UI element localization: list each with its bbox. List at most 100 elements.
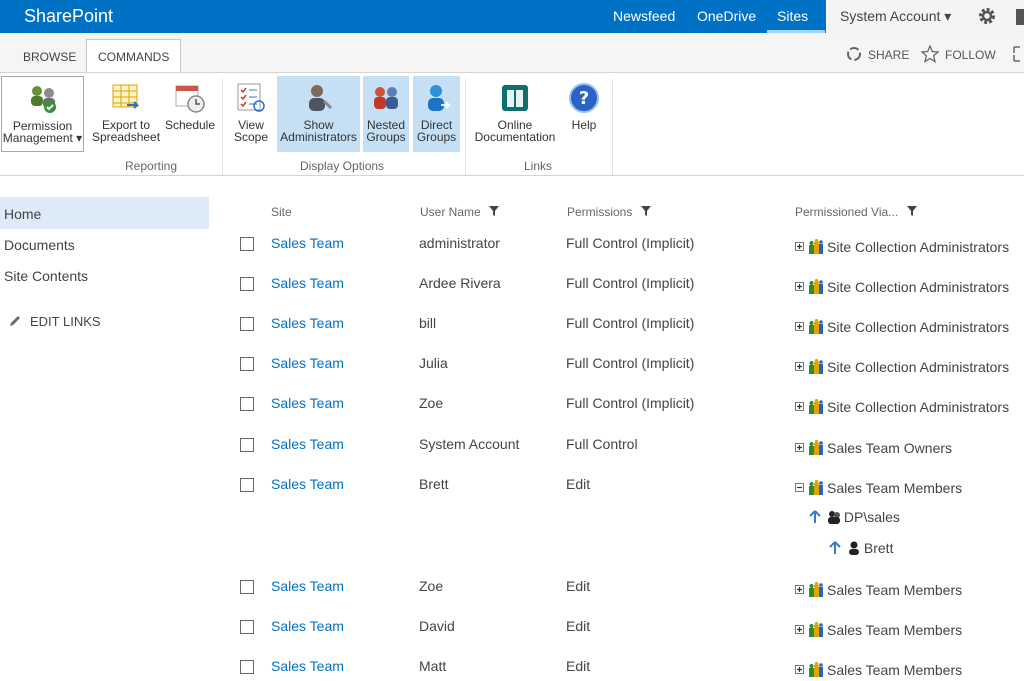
- permissioned-via-name[interactable]: Site Collection Administrators: [827, 239, 1009, 255]
- group-label-reporting: Reporting: [125, 159, 178, 173]
- expand-toggle-icon[interactable]: [795, 242, 804, 251]
- sharepoint-group-icon: [809, 359, 823, 374]
- ribbon: Permission Management ▾ Export to Spread…: [0, 72, 1024, 176]
- permissioned-via-name[interactable]: Sales Team Members: [827, 662, 962, 678]
- site-link[interactable]: Sales Team: [271, 436, 344, 452]
- table-row[interactable]: Sales Team Ardee Rivera Full Control (Impl…: [0, 273, 1024, 303]
- schedule-button[interactable]: Schedule: [162, 76, 218, 152]
- filter-icon[interactable]: [640, 205, 652, 217]
- export-to-spreadsheet-button[interactable]: Export to Spreadsheet: [92, 76, 160, 152]
- row-checkbox[interactable]: [240, 397, 254, 411]
- view-scope-button[interactable]: View Scope: [229, 76, 273, 152]
- table-row[interactable]: Sales Team Zoe Full Control (Implicit) Site…: [0, 393, 1024, 423]
- svg-text:?: ?: [579, 88, 589, 109]
- column-header-permissions[interactable]: Permissions: [567, 205, 652, 219]
- nav-sites[interactable]: Sites: [777, 8, 808, 24]
- expand-toggle-icon[interactable]: [795, 625, 804, 634]
- expand-toggle-icon[interactable]: [795, 282, 804, 291]
- column-header-site[interactable]: Site: [271, 205, 292, 219]
- site-link[interactable]: Sales Team: [271, 395, 344, 411]
- expand-toggle-icon[interactable]: [795, 665, 804, 674]
- permissioned-via-name[interactable]: Sales Team Owners: [827, 440, 952, 456]
- row-checkbox[interactable]: [240, 438, 254, 452]
- row-checkbox[interactable]: [240, 620, 254, 634]
- permissioned-via-name[interactable]: Site Collection Administrators: [827, 319, 1009, 335]
- permission-management-button[interactable]: Permission Management ▾: [1, 76, 84, 152]
- account-menu[interactable]: System Account ▾: [840, 8, 951, 25]
- permissioned-via-name[interactable]: Site Collection Administrators: [827, 399, 1009, 415]
- row-checkbox[interactable]: [240, 357, 254, 371]
- table-row[interactable]: Sales Team Brett Edit Sales Team Members: [0, 474, 1024, 504]
- expand-toggle-icon[interactable]: [795, 322, 804, 331]
- table-row[interactable]: Sales Team Zoe Edit Sales Team Members: [0, 576, 1024, 606]
- group-separator: [612, 79, 613, 175]
- site-link[interactable]: Sales Team: [271, 578, 344, 594]
- site-link[interactable]: Sales Team: [271, 476, 344, 492]
- table-row[interactable]: Sales Team System Account Full Control Sale…: [0, 434, 1024, 464]
- share-button[interactable]: SHARE: [868, 48, 909, 62]
- permissioned-via-name[interactable]: Sales Team Members: [827, 582, 962, 598]
- permission-level-cell: Edit: [566, 578, 591, 594]
- permissioned-via-name[interactable]: Site Collection Administrators: [827, 279, 1009, 295]
- settings-gear-icon[interactable]: [977, 6, 997, 26]
- table-row[interactable]: Sales Team Julia Full Control (Implicit) Si…: [0, 353, 1024, 383]
- row-checkbox[interactable]: [240, 580, 254, 594]
- focus-on-content-icon[interactable]: [1012, 45, 1024, 63]
- online-documentation-button[interactable]: Online Documentation: [471, 76, 559, 152]
- direct-groups-button[interactable]: Direct Groups: [413, 76, 460, 152]
- column-header-user-name[interactable]: User Name: [420, 205, 500, 219]
- permission-level-cell: Full Control: [566, 436, 638, 452]
- permissioned-via-name[interactable]: Site Collection Administrators: [827, 359, 1009, 375]
- expand-toggle-icon[interactable]: [795, 402, 804, 411]
- site-link[interactable]: Sales Team: [271, 355, 344, 371]
- nested-groups-button[interactable]: Nested Groups: [363, 76, 409, 152]
- permissioned-via-name[interactable]: Sales Team Members: [827, 480, 962, 496]
- user-name-cell: System Account: [419, 436, 520, 452]
- site-link[interactable]: Sales Team: [271, 235, 344, 251]
- help-question-icon[interactable]: [1012, 7, 1024, 27]
- permissioned-via-cell: Sales Team Members: [795, 480, 962, 496]
- direct-groups-label: Direct Groups: [416, 118, 457, 144]
- expand-toggle-icon[interactable]: [795, 362, 804, 371]
- collapse-toggle-icon[interactable]: [795, 483, 804, 492]
- site-link[interactable]: Sales Team: [271, 658, 344, 674]
- help-button[interactable]: ? Help: [563, 76, 605, 152]
- permission-level-cell: Full Control (Implicit): [566, 395, 695, 411]
- site-link[interactable]: Sales Team: [271, 275, 344, 291]
- tab-browse[interactable]: BROWSE: [23, 50, 76, 64]
- table-row[interactable]: Sales Team Matt Edit Sales Team Members: [0, 656, 1024, 681]
- nested-user-entry[interactable]: Brett: [828, 540, 893, 556]
- show-administrators-label: Show Administrators: [280, 118, 357, 144]
- filter-icon[interactable]: [488, 205, 500, 217]
- tab-commands[interactable]: COMMANDS: [86, 39, 181, 73]
- permissioned-via-name[interactable]: Sales Team Members: [827, 622, 962, 638]
- group-avatar-icon: [827, 511, 840, 524]
- row-checkbox[interactable]: [240, 317, 254, 331]
- nav-newsfeed[interactable]: Newsfeed: [613, 8, 675, 24]
- permission-level-cell: Edit: [566, 476, 591, 492]
- filter-icon[interactable]: [906, 205, 918, 217]
- sharepoint-group-icon: [809, 582, 823, 597]
- left-nav-item-home[interactable]: Home: [4, 206, 41, 222]
- column-header-permissioned-via[interactable]: Permissioned Via...: [795, 205, 918, 219]
- row-checkbox[interactable]: [240, 277, 254, 291]
- left-nav-home-selected[interactable]: Home: [0, 197, 209, 229]
- follow-button[interactable]: FOLLOW: [945, 48, 996, 62]
- expand-toggle-icon[interactable]: [795, 443, 804, 452]
- brand-logo[interactable]: SharePoint: [24, 6, 113, 27]
- row-checkbox[interactable]: [240, 660, 254, 674]
- show-administrators-button[interactable]: Show Administrators: [277, 76, 360, 152]
- sharepoint-group-icon: [809, 399, 823, 414]
- nested-user-name: Brett: [863, 540, 894, 556]
- nav-onedrive[interactable]: OneDrive: [697, 8, 756, 24]
- table-row[interactable]: Sales Team bill Full Control (Implicit) Sit…: [0, 313, 1024, 343]
- expand-toggle-icon[interactable]: [795, 585, 804, 594]
- row-checkbox[interactable]: [240, 237, 254, 251]
- table-row[interactable]: Sales Team David Edit Sales Team Members: [0, 616, 1024, 646]
- site-link[interactable]: Sales Team: [271, 315, 344, 331]
- table-row[interactable]: Sales Team administrator Full Control (Imp…: [0, 233, 1024, 263]
- row-checkbox[interactable]: [240, 478, 254, 492]
- permission-management-label: Permission Management ▾: [2, 119, 83, 145]
- nested-group-entry[interactable]: DP\sales: [808, 509, 900, 525]
- site-link[interactable]: Sales Team: [271, 618, 344, 634]
